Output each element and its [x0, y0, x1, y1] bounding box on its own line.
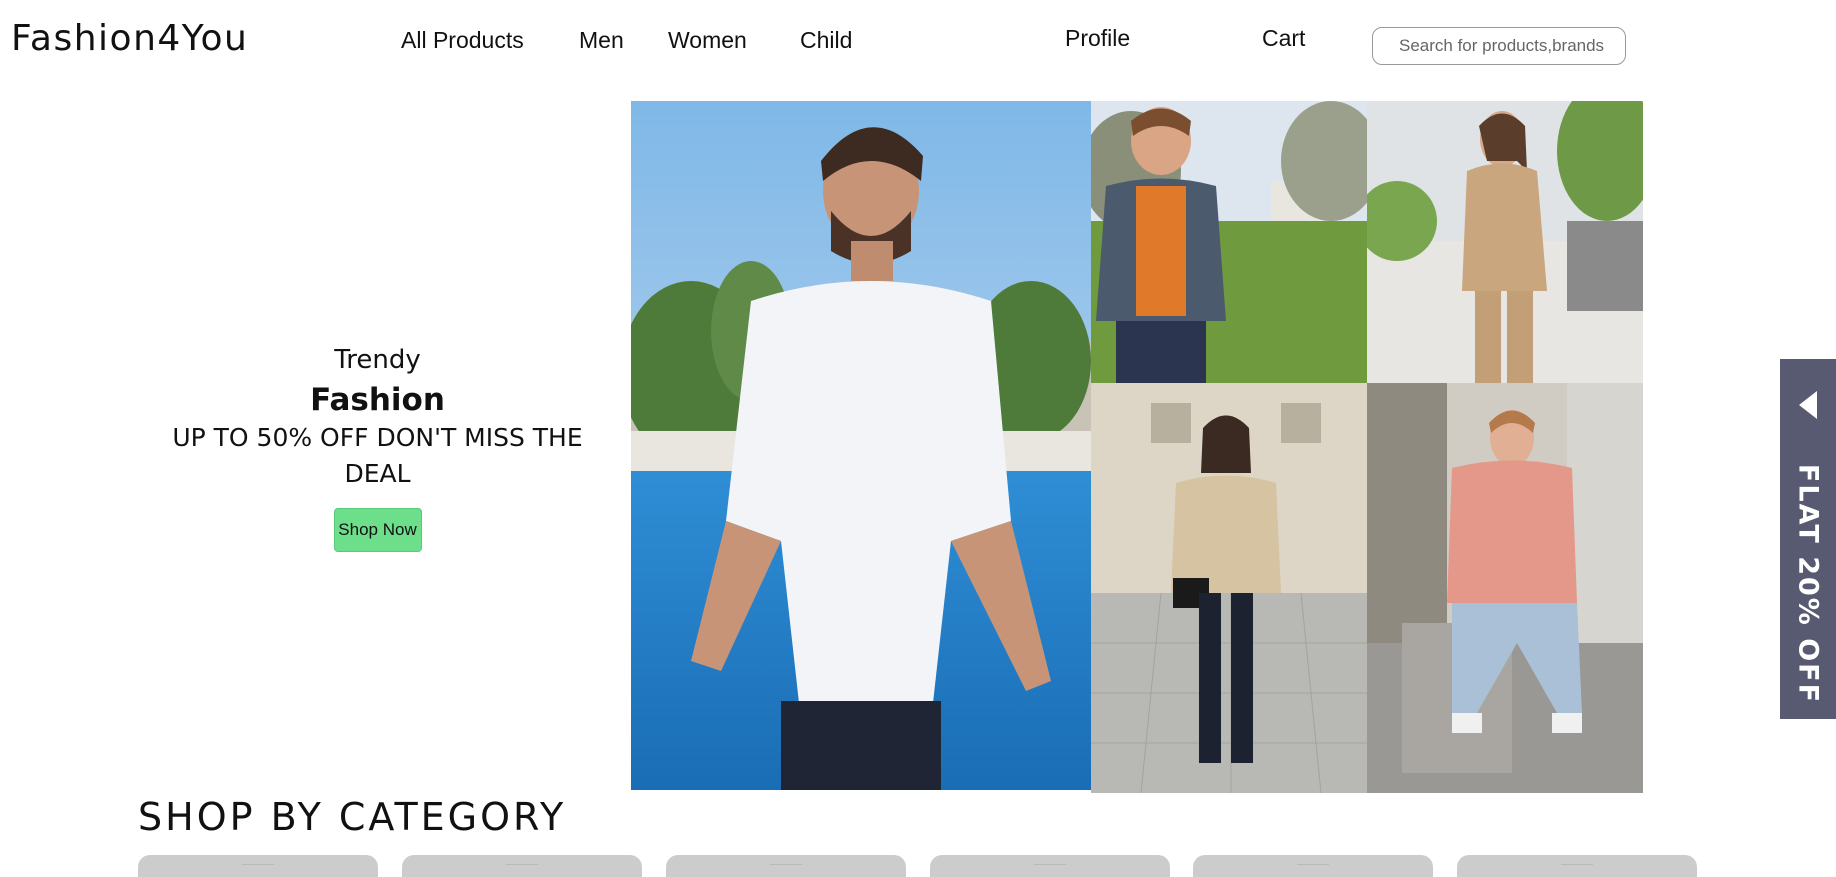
shop-now-button[interactable]: Shop Now	[333, 508, 422, 552]
category-card[interactable]	[930, 855, 1170, 877]
search-input[interactable]	[1372, 27, 1626, 65]
image-man-pink-sweater	[1367, 383, 1643, 793]
nav-profile[interactable]: Profile	[1065, 25, 1130, 52]
image-boy-plaid-shirt	[1091, 101, 1367, 383]
side-banner-label: FLAT 20% OFF	[1792, 463, 1824, 705]
hero-deal-text: UP TO 50% OFF DON'T MISS THE DEAL	[172, 423, 583, 488]
nav-child[interactable]: Child	[800, 27, 852, 54]
nav-cart[interactable]: Cart	[1262, 25, 1305, 52]
hero-trendy: Trendy	[334, 345, 421, 375]
image-woman-sunglasses-sweater	[1091, 383, 1367, 793]
nav-men[interactable]: Men	[579, 27, 624, 54]
site-logo[interactable]: Fashion4You	[11, 18, 248, 59]
category-card[interactable]	[402, 855, 642, 877]
hero-image-man-white-shirt	[631, 101, 1091, 790]
hero-fashion: Fashion	[310, 382, 445, 418]
hero-text-block: Trendy Fashion UP TO 50% OFF DON'T MISS …	[170, 340, 585, 552]
flat-offer-side-tab[interactable]: FLAT 20% OFF	[1780, 359, 1836, 719]
section-title-shop-by-category: SHOP BY CATEGORY	[138, 795, 567, 839]
caret-left-icon[interactable]	[1799, 391, 1817, 419]
nav-women[interactable]: Women	[668, 27, 747, 54]
image-woman-beige-suit	[1367, 101, 1643, 383]
category-card[interactable]	[138, 855, 378, 877]
category-card[interactable]	[1457, 855, 1697, 877]
category-card[interactable]	[666, 855, 906, 877]
nav-all-products[interactable]: All Products	[401, 27, 524, 54]
category-card[interactable]	[1193, 855, 1433, 877]
